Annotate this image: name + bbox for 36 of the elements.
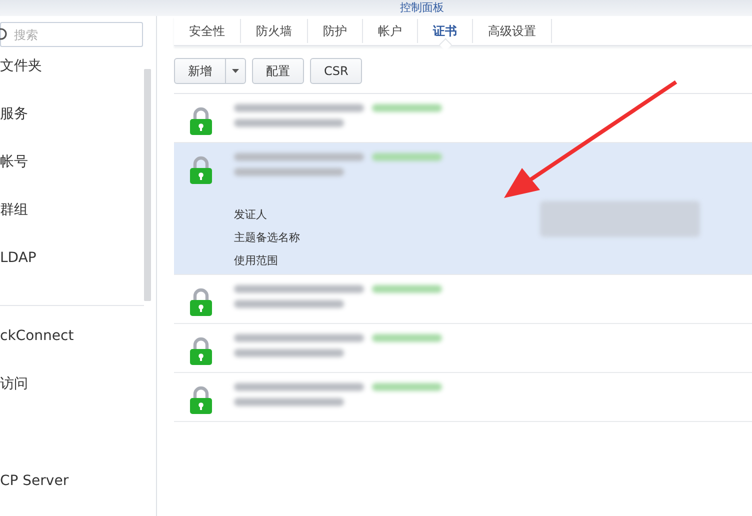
detail-label: 使用范围 [234, 253, 279, 269]
blurred-text [372, 153, 442, 161]
detail-label: 主题备选名称 [234, 230, 301, 246]
search-icon [0, 28, 8, 40]
tab[interactable]: 安全性 [174, 19, 241, 43]
add-button[interactable]: 新增 [174, 58, 226, 84]
sidebar-item[interactable]: 访问 [0, 375, 144, 393]
sidebar-item[interactable]: 文件夹 [0, 57, 144, 75]
sidebar-item[interactable]: ckConnect [0, 327, 144, 345]
padlock-icon [190, 287, 212, 316]
tab[interactable]: 防火墙 [241, 19, 308, 43]
toolbar-button[interactable]: 配置 [252, 58, 304, 84]
search-field[interactable]: 搜索 [0, 22, 143, 47]
certificate-row[interactable]: 发证人 主题备选名称 使用范围 [174, 143, 752, 275]
blurred-text [372, 104, 442, 112]
tab[interactable]: 防护 [308, 19, 363, 43]
blurred-text [372, 334, 442, 342]
blurred-text [372, 285, 442, 293]
tab[interactable]: 高级设置 [473, 19, 552, 43]
tab[interactable]: 帐户 [363, 19, 418, 43]
sidebar-item[interactable]: 群组 [0, 201, 144, 219]
sidebar-item[interactable]: 帐号 [0, 153, 144, 171]
sidebar-item[interactable]: 服务 [0, 105, 144, 123]
window-title: 控制面板 [400, 0, 444, 16]
padlock-icon [190, 106, 212, 135]
padlock-icon [190, 385, 212, 414]
padlock-icon [190, 336, 212, 365]
blurred-text [372, 383, 442, 391]
caret-icon [232, 69, 239, 73]
dropdown-button[interactable] [226, 58, 246, 84]
sidebar-item[interactable]: LDAP [0, 249, 144, 267]
detail-label: 发证人 [234, 207, 268, 223]
scrollbar-thumb[interactable] [144, 69, 151, 301]
toolbar-button[interactable]: CSR [310, 58, 362, 84]
sidebar-item[interactable]: CP Server [0, 472, 144, 490]
padlock-icon [190, 155, 212, 184]
